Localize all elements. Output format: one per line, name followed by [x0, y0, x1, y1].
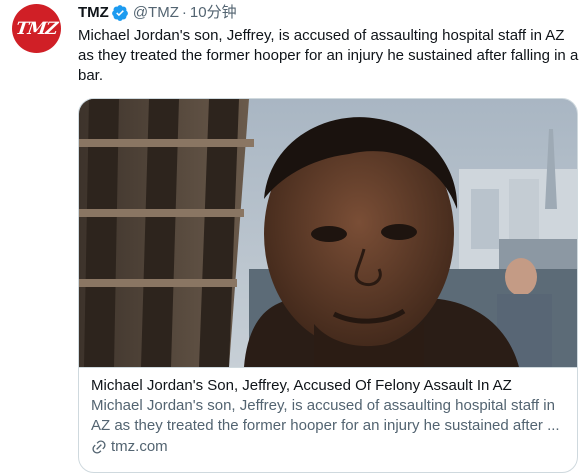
tmz-logo: TMZ [14, 18, 59, 39]
separator-dot: · [181, 4, 187, 21]
card-image[interactable] [79, 99, 577, 367]
photo-of-man-selfie [79, 99, 577, 367]
card-description: Michael Jordan's son, Jeffrey, is accuse… [91, 397, 560, 434]
verified-badge-icon [111, 5, 128, 21]
link-card[interactable]: Michael Jordan's Son, Jeffrey, Accused O… [78, 98, 578, 473]
avatar[interactable]: TMZ [12, 4, 61, 53]
handle[interactable]: @TMZ [133, 3, 179, 23]
tweet-text: Michael Jordan's son, Jeffrey, is accuse… [78, 27, 579, 84]
card-domain-text: tmz.com [111, 438, 168, 455]
card-domain: tmz.com [91, 437, 567, 457]
display-name[interactable]: TMZ [78, 3, 109, 23]
card-info[interactable]: Michael Jordan's Son, Jeffrey, Accused O… [79, 367, 577, 472]
link-icon [92, 440, 106, 454]
tweet-header: TMZ @TMZ · 10分钟 [78, 0, 579, 26]
tweet-content: TMZ @TMZ · 10分钟 Michael Jordan's son, Je… [78, 0, 579, 86]
timestamp[interactable]: 10分钟 [190, 3, 237, 23]
tweet[interactable]: TMZ TMZ @TMZ · 10分钟 Michael Jordan's son… [0, 0, 579, 475]
card-title: Michael Jordan's Son, Jeffrey, Accused O… [91, 377, 512, 394]
